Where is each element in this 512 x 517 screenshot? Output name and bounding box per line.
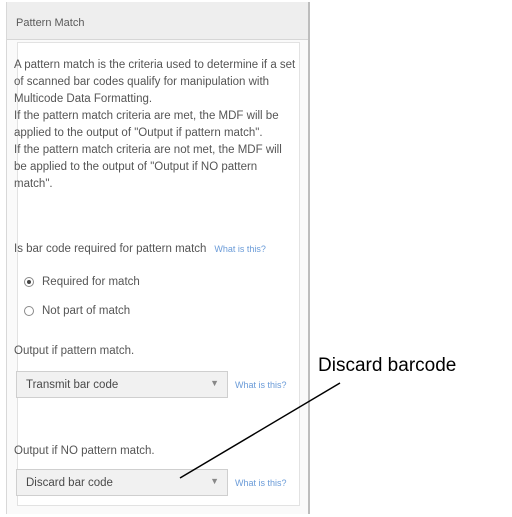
screenshot-stage: Pattern Match A pattern match is the cri… bbox=[0, 0, 512, 517]
callout-pointer-line bbox=[179, 382, 341, 479]
